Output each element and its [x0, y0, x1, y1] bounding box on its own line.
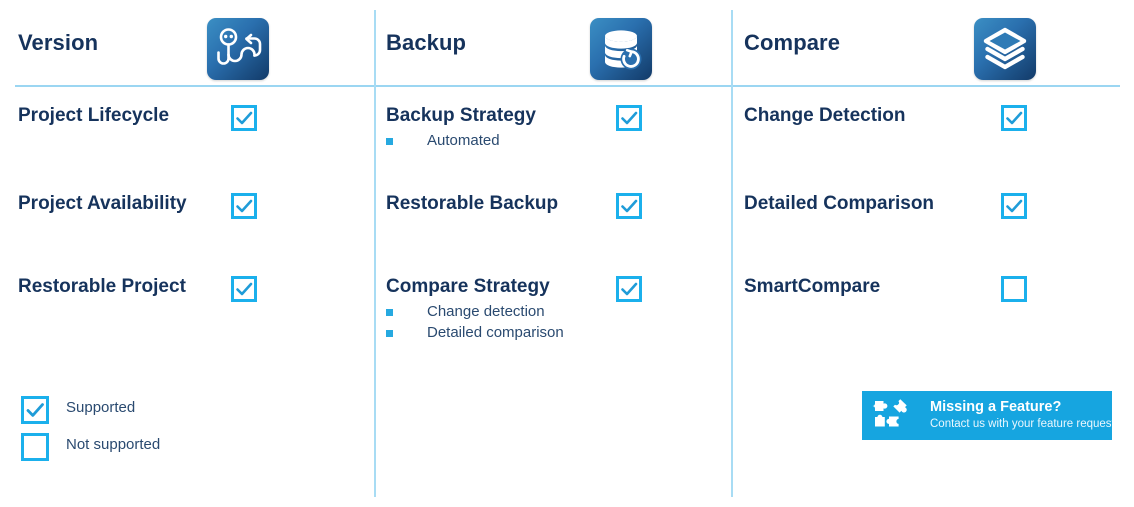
database-refresh-icon — [590, 18, 652, 80]
checkbox-supported[interactable] — [1001, 193, 1027, 219]
checkbox-supported[interactable] — [231, 276, 257, 302]
layers-stack-icon — [974, 18, 1036, 80]
feature-label: Compare Strategy — [386, 276, 550, 297]
legend-label-supported: Supported — [66, 399, 136, 416]
version-branch-icon — [207, 18, 269, 80]
feature-label: Backup Strategy — [386, 105, 536, 126]
feature-column-version: Version Project Lifecycle Project Availa… — [0, 0, 374, 507]
feature-column-backup: Backup Backup Strategy Automated Restora… — [376, 0, 731, 507]
bullet-icon — [386, 138, 393, 145]
feature-label: Restorable Backup — [386, 193, 559, 214]
list-item: Detailed comparison — [386, 322, 564, 343]
bullet-icon — [386, 309, 393, 316]
column-title-compare: Compare — [744, 30, 841, 55]
missing-feature-banner[interactable]: Missing a Feature? Contact us with your … — [862, 391, 1112, 440]
sub-feature-label: Automated — [427, 132, 500, 149]
feature-label: Project Availability — [18, 193, 187, 214]
legend-checkbox-unchecked — [21, 433, 49, 461]
legend-checkbox-checked — [21, 396, 49, 424]
legend-label-not-supported: Not supported — [66, 436, 161, 453]
banner-subtitle: Contact us with your feature request! — [930, 418, 1112, 430]
feature-label: Detailed Comparison — [744, 193, 935, 214]
checkbox-supported[interactable] — [1001, 105, 1027, 131]
checkbox-supported[interactable] — [231, 105, 257, 131]
bullet-icon — [386, 330, 393, 337]
checkbox-supported[interactable] — [616, 276, 642, 302]
sub-feature-label: Change detection — [427, 303, 545, 320]
checkbox-not-supported[interactable] — [1001, 276, 1027, 302]
checkbox-supported[interactable] — [616, 105, 642, 131]
column-title-backup: Backup — [386, 30, 467, 55]
feature-label: Project Lifecycle — [18, 105, 170, 126]
column-header-version: Version — [0, 10, 374, 80]
banner-title: Missing a Feature? — [930, 399, 1062, 415]
list-item: Automated — [386, 130, 500, 151]
feature-label: Restorable Project — [18, 276, 186, 297]
puzzle-pieces-icon — [872, 396, 920, 436]
feature-label: SmartCompare — [744, 276, 881, 297]
feature-label: Change Detection — [744, 105, 906, 126]
column-header-backup: Backup — [376, 10, 731, 80]
checkbox-supported[interactable] — [231, 193, 257, 219]
list-item: Change detection — [386, 301, 564, 322]
column-title-version: Version — [18, 30, 99, 55]
feature-sublist: Automated — [386, 130, 500, 151]
feature-sublist: Change detection Detailed comparison — [386, 301, 564, 343]
sub-feature-label: Detailed comparison — [427, 324, 564, 341]
column-header-compare: Compare — [733, 10, 1134, 80]
checkbox-supported[interactable] — [616, 193, 642, 219]
